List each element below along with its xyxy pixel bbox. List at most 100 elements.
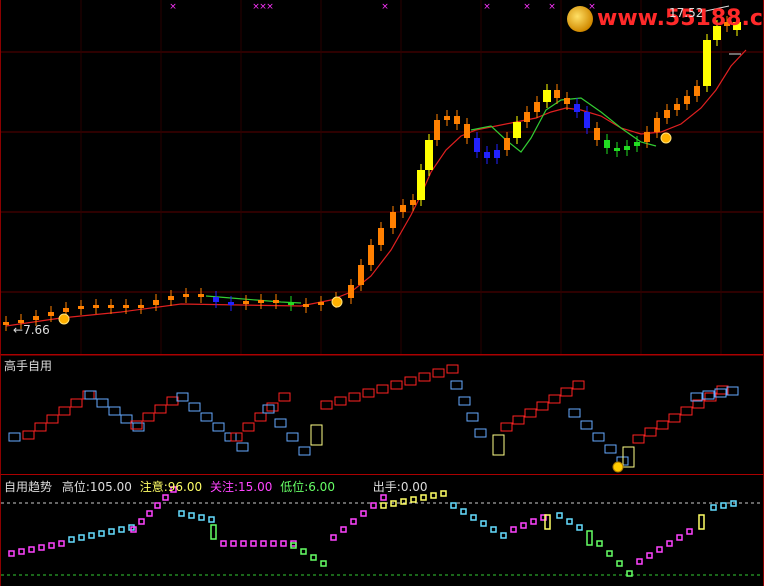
moving-average-green-line [205, 295, 302, 304]
candle-body [584, 112, 590, 128]
indicator-pane-gaoshou[interactable]: 高手自用 [0, 354, 764, 475]
indicator-step-box [458, 396, 471, 406]
candle-body [454, 116, 460, 124]
indicator-step-box [568, 408, 581, 418]
indicator-step-box [604, 444, 617, 454]
indicator-step-box [348, 392, 361, 402]
indicator-step-box [142, 412, 155, 422]
trend-dot [470, 514, 477, 521]
trend-dot [178, 510, 185, 517]
trend-dot [616, 560, 623, 567]
trend-dot [380, 494, 387, 501]
indicator-step-box [334, 396, 347, 406]
trend-dot [586, 530, 593, 546]
attention-label: 注意: [139, 480, 168, 494]
candle-body [410, 200, 416, 205]
indicator-step-box [58, 406, 71, 416]
indicator-step-box [560, 387, 573, 397]
trend-dot [198, 514, 205, 521]
indicator-step-box [200, 412, 213, 422]
indicator-step-box [212, 422, 225, 432]
candle-body [183, 294, 189, 297]
trend-dot [698, 514, 705, 530]
indicator-step-box [34, 422, 47, 432]
indicator-step-box [362, 388, 375, 398]
candle-body [303, 304, 309, 307]
low-price-value: 7.66 [23, 323, 50, 337]
candle-body [513, 122, 521, 138]
trend-dot [38, 544, 45, 551]
trend-dot [490, 526, 497, 533]
indicator-step-box [680, 406, 693, 416]
candle-body [654, 118, 660, 132]
candle-body [534, 102, 540, 112]
candle-body [123, 305, 129, 308]
candle-body [33, 316, 39, 320]
indicator-step-box [536, 401, 549, 411]
indicator-step-box [418, 372, 431, 382]
candle-body [634, 142, 640, 146]
candle-body [474, 138, 480, 152]
trend-legend: 自用趋势 高位:105.00 注意:96.00 关注:15.00 低位:6.00… [4, 478, 428, 495]
indicator-step-box [492, 434, 505, 456]
indicator-step-box [188, 402, 201, 412]
indicator-step-box [108, 406, 121, 416]
candle-body [48, 312, 54, 316]
trend-dot [596, 540, 603, 547]
trend-dot [162, 494, 169, 501]
trend-dot [8, 550, 15, 557]
low-label: 低位: [280, 480, 309, 494]
price-chart-pane[interactable]: ××××××××× www.55188.com 17.52 ←7.66 [0, 0, 764, 354]
indicator-step-box [236, 442, 249, 452]
indicator-step-box [572, 380, 585, 390]
indicator-step-box [266, 402, 279, 412]
trend-dot [626, 570, 633, 577]
candle-body [494, 150, 500, 158]
trend-dot [118, 526, 125, 533]
candle-body [228, 302, 234, 305]
low-value: 6.00 [308, 480, 335, 494]
trend-dot [138, 518, 145, 525]
indicator-step-box [166, 396, 179, 406]
gold-ball-icon [331, 296, 343, 308]
trend-dot [710, 504, 717, 511]
indicator-step-box [254, 412, 267, 422]
indicator-step-box [580, 420, 593, 430]
candle-body [644, 132, 650, 142]
candle-body [153, 300, 159, 305]
candle-body [425, 140, 433, 170]
candle-body [3, 322, 9, 325]
trend-dot [310, 554, 317, 561]
candle-body [78, 306, 84, 309]
indicator-step-box [512, 415, 525, 425]
indicator-step-box [404, 376, 417, 386]
indicator-title: 高手自用 [4, 359, 53, 373]
candlestick-chart[interactable]: × × × × × × × × × [1, 0, 763, 354]
indicator-step-box [262, 404, 275, 414]
trend-dot [686, 528, 693, 535]
site-watermark: www.55188.com [567, 4, 764, 38]
high-value: 105.00 [89, 480, 132, 494]
trend-dot [68, 536, 75, 543]
trend-dot [430, 492, 437, 499]
trend-dot [240, 540, 247, 547]
magenta-x-marker-icon: × [266, 2, 274, 12]
trend-dot [510, 526, 517, 533]
trend-dot [636, 558, 643, 565]
indicator-step-box [726, 386, 739, 396]
trend-dot [556, 512, 563, 519]
candle-body [348, 285, 354, 298]
trend-dot [108, 528, 115, 535]
high-price-value: 17.52 [669, 6, 704, 20]
candle-body [258, 300, 264, 303]
indicator-step-box [8, 432, 21, 442]
trend-dot [666, 540, 673, 547]
trend-dot [58, 540, 65, 547]
trend-dot [280, 540, 287, 547]
magenta-x-marker-icon: × [483, 2, 491, 12]
indicator-step-box [632, 434, 645, 444]
step-box-indicator[interactable] [1, 355, 763, 475]
trend-dot [78, 534, 85, 541]
indicator-pane-trend[interactable]: 自用趋势 高位:105.00 注意:96.00 关注:15.00 低位:6.00… [0, 474, 764, 586]
candle-body [703, 40, 711, 86]
